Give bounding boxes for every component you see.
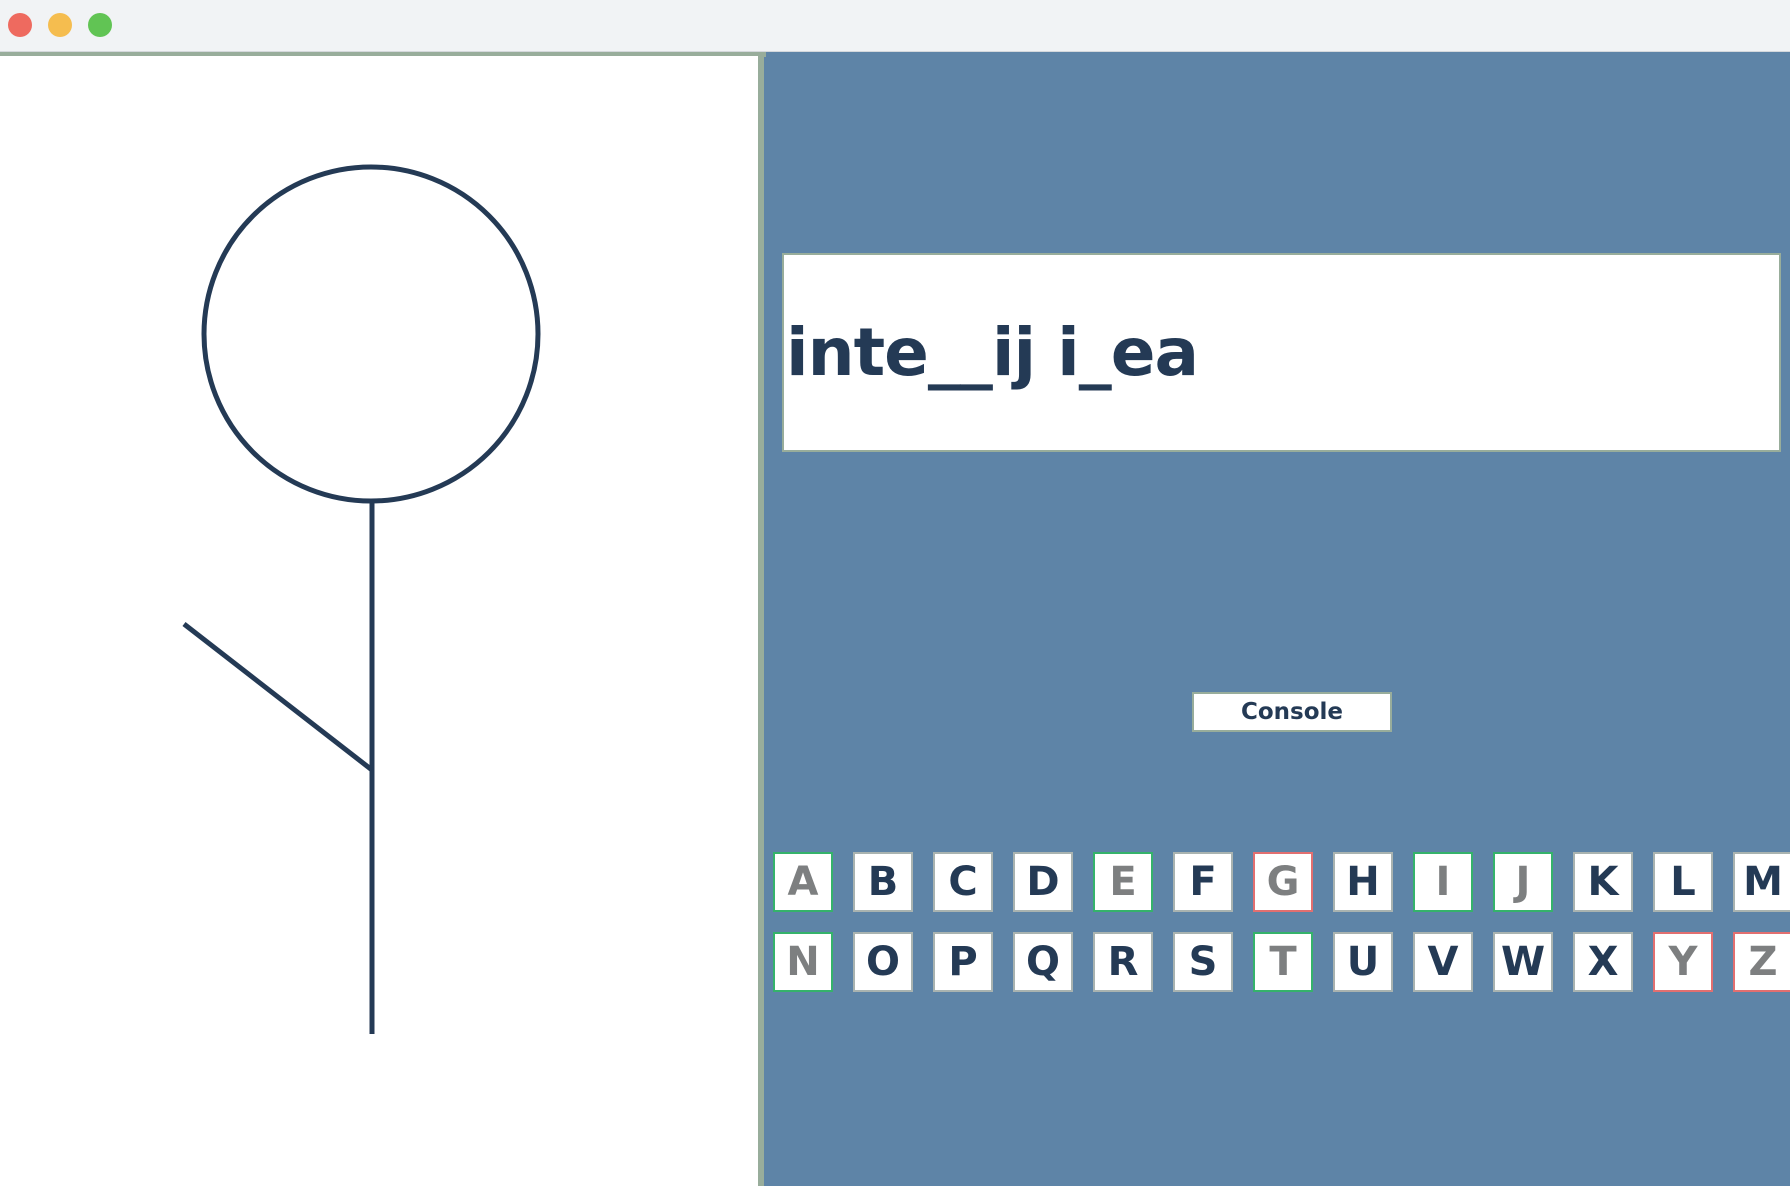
letter-key-x[interactable]: X	[1573, 932, 1633, 992]
hangman-figure	[182, 164, 541, 1034]
letter-key-a[interactable]: A	[773, 852, 833, 912]
letter-key-y[interactable]: Y	[1653, 932, 1713, 992]
game-window: inte__ij i_ea Console ABCDEFGHIJKLM NOPQR…	[0, 0, 1790, 1186]
hangman-head	[201, 164, 541, 504]
title-bar	[0, 0, 1790, 52]
maximize-window-button[interactable]	[88, 13, 112, 37]
letter-key-j[interactable]: J	[1493, 852, 1553, 912]
letter-key-i[interactable]: I	[1413, 852, 1473, 912]
letter-key-u[interactable]: U	[1333, 932, 1393, 992]
letter-key-p[interactable]: P	[933, 932, 993, 992]
letter-key-o[interactable]: O	[853, 932, 913, 992]
letter-key-r[interactable]: R	[1093, 932, 1153, 992]
letter-key-b[interactable]: B	[853, 852, 913, 912]
letter-key-z[interactable]: Z	[1733, 932, 1790, 992]
word-progress-text: inte__ij i_ea	[786, 313, 1199, 391]
console-button[interactable]: Console	[1192, 692, 1392, 732]
minimize-window-button[interactable]	[48, 13, 72, 37]
letter-key-f[interactable]: F	[1173, 852, 1233, 912]
letter-key-m[interactable]: M	[1733, 852, 1790, 912]
letter-key-c[interactable]: C	[933, 852, 993, 912]
hangman-left-arm	[182, 622, 374, 772]
word-display-box: inte__ij i_ea	[782, 253, 1781, 452]
letter-key-h[interactable]: H	[1333, 852, 1393, 912]
hangman-drawing-panel	[0, 56, 764, 1186]
letter-key-k[interactable]: K	[1573, 852, 1633, 912]
letter-key-n[interactable]: N	[773, 932, 833, 992]
letter-key-w[interactable]: W	[1493, 932, 1553, 992]
letter-key-q[interactable]: Q	[1013, 932, 1073, 992]
letter-key-d[interactable]: D	[1013, 852, 1073, 912]
letter-key-e[interactable]: E	[1093, 852, 1153, 912]
letter-key-s[interactable]: S	[1173, 932, 1233, 992]
letter-key-l[interactable]: L	[1653, 852, 1713, 912]
letter-key-v[interactable]: V	[1413, 932, 1473, 992]
close-window-button[interactable]	[8, 13, 32, 37]
letter-key-t[interactable]: T	[1253, 932, 1313, 992]
letter-key-g[interactable]: G	[1253, 852, 1313, 912]
